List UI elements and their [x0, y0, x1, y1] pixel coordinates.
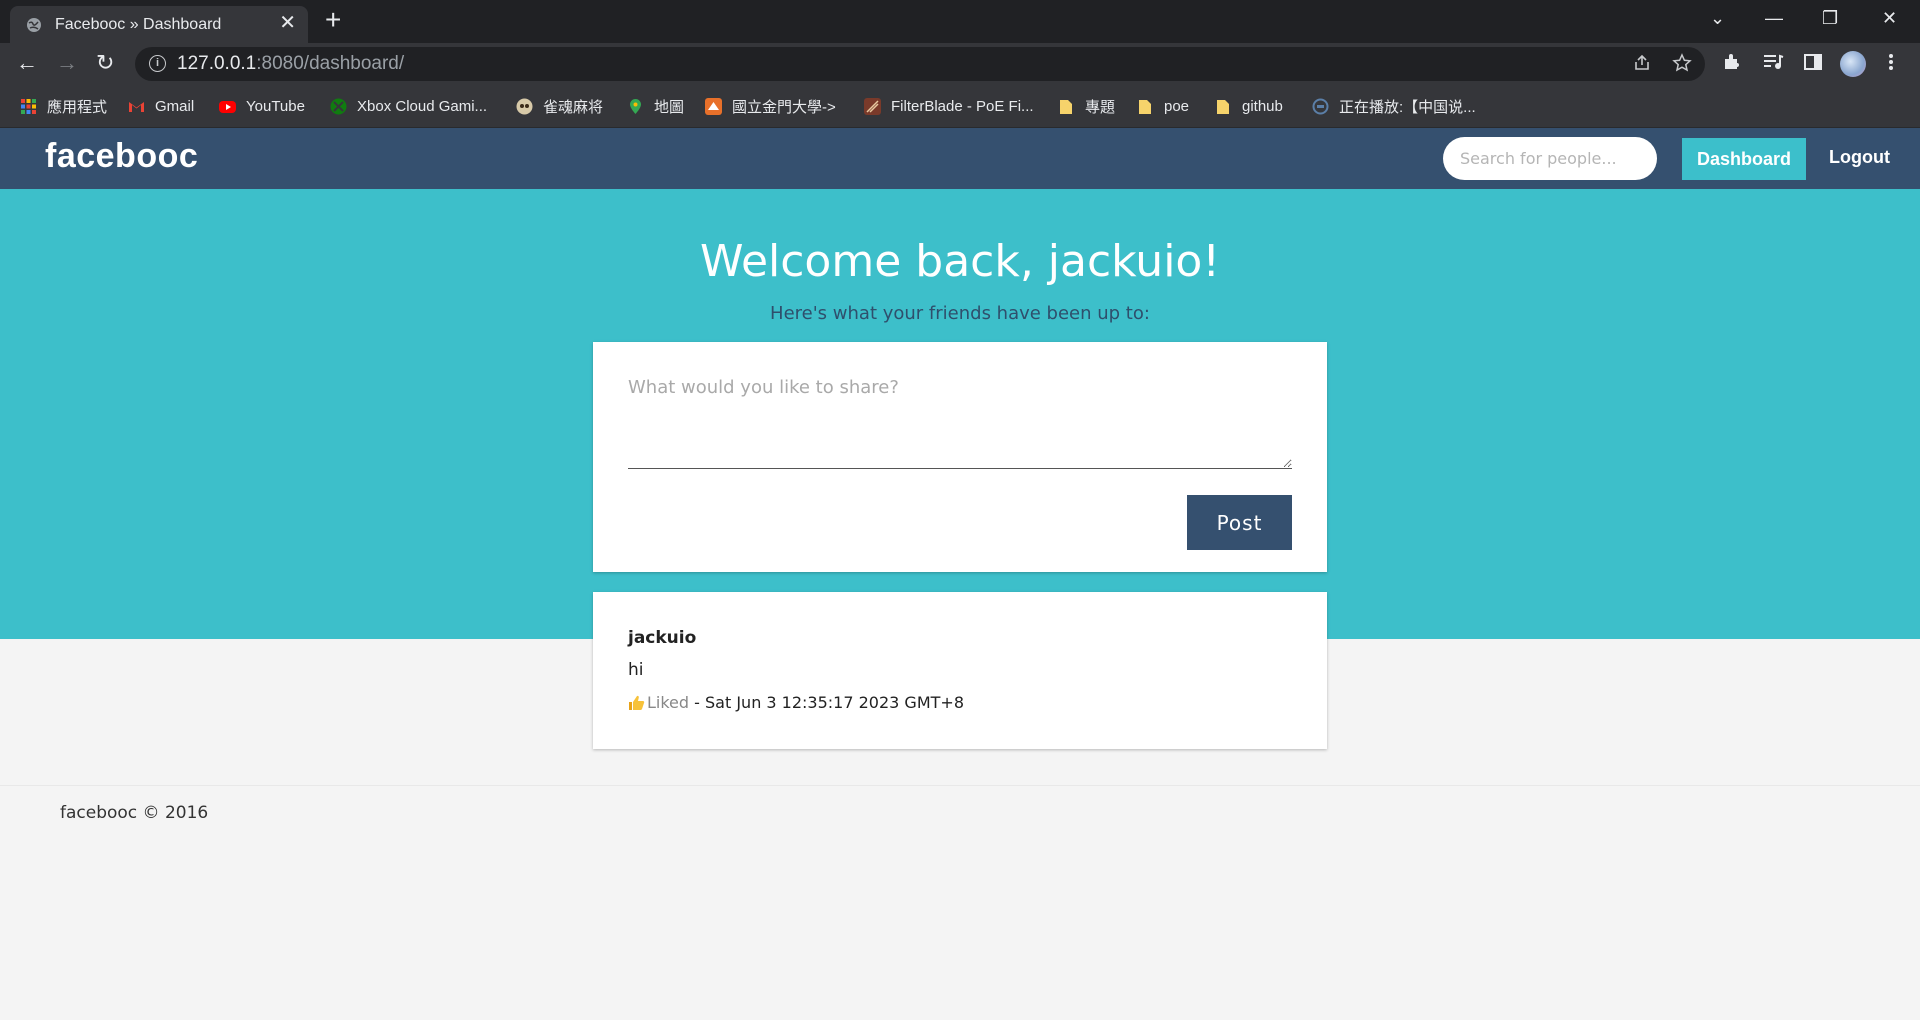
tab-title: Facebooc » Dashboard [55, 16, 222, 33]
bookmark-xbox[interactable]: Xbox Cloud Gami... [330, 96, 487, 116]
omnibox[interactable]: i 127.0.0.1:8080/dashboard/ [135, 47, 1705, 81]
tab-search-icon[interactable]: ⌄ [1710, 6, 1725, 30]
feed-post-card: jackuio hi Liked - Sat Jun 3 12:35:17 20… [593, 592, 1327, 749]
bookmark-label: 專題 [1085, 98, 1116, 116]
post-timestamp: - Sat Jun 3 12:35:17 2023 GMT+8 [689, 693, 964, 712]
back-icon[interactable]: ← [16, 51, 38, 75]
bookmark-label: 雀魂麻将 [543, 98, 604, 116]
share-icon[interactable] [1632, 53, 1652, 73]
globe-icon [27, 18, 41, 32]
extensions-icon[interactable] [1722, 52, 1742, 72]
url-text[interactable]: 127.0.0.1:8080/dashboard/ [177, 53, 404, 75]
apps-grid-icon [21, 98, 36, 114]
filterblade-icon [864, 97, 881, 115]
university-icon [705, 97, 722, 115]
menu-icon[interactable] [1887, 52, 1895, 72]
browser-tab-strip: Facebooc » Dashboard ✕ + ⌄ — ❐ ✕ [0, 0, 1920, 43]
footer-divider [0, 785, 1920, 786]
forward-icon[interactable]: → [56, 51, 78, 75]
bookmark-folder-github[interactable]: github [1215, 96, 1283, 116]
folder-icon [1139, 99, 1151, 114]
music-site-icon [1312, 98, 1329, 114]
bookmark-university[interactable]: 國立金門大學-> [705, 96, 836, 116]
folder-icon [1217, 99, 1229, 114]
post-button[interactable]: Post [1187, 495, 1292, 550]
media-icon[interactable] [1762, 52, 1784, 72]
site-info-icon[interactable]: i [149, 55, 166, 72]
close-window-icon[interactable]: ✕ [1882, 6, 1897, 30]
bookmark-label: FilterBlade - PoE Fi... [891, 97, 1034, 115]
site-navbar: facebooc Dashboard Logout [0, 128, 1920, 189]
browser-tab-active[interactable]: Facebooc » Dashboard ✕ [10, 6, 308, 43]
bookmark-label: 正在播放:【中国说... [1339, 98, 1476, 116]
thumbs-up-icon[interactable] [628, 694, 645, 711]
profile-avatar[interactable] [1840, 51, 1866, 77]
bookmark-now-playing[interactable]: 正在播放:【中国说... [1312, 96, 1476, 116]
post-content: hi [628, 660, 644, 680]
bookmark-label: github [1242, 97, 1283, 115]
restore-icon[interactable]: ❐ [1822, 6, 1838, 30]
minimize-icon[interactable]: — [1765, 6, 1783, 30]
bookmark-youtube[interactable]: YouTube [219, 96, 305, 116]
tab-close-icon[interactable]: ✕ [279, 13, 296, 33]
bookmark-label: Xbox Cloud Gami... [357, 97, 488, 115]
maps-pin-icon [630, 98, 641, 114]
hero-subtitle: Here's what your friends have been up to… [770, 303, 1150, 324]
welcome-heading: Welcome back, jackuio! [700, 236, 1220, 287]
bookmark-folder-project[interactable]: 專題 [1058, 96, 1115, 116]
liked-link[interactable]: Liked [647, 693, 689, 712]
bookmark-label: poe [1164, 97, 1190, 115]
sidepanel-icon[interactable] [1803, 52, 1823, 72]
search-input[interactable] [1443, 137, 1657, 180]
compose-card: Post [593, 342, 1327, 572]
bookmark-apps[interactable]: 應用程式 [20, 96, 107, 116]
folder-icon [1060, 99, 1072, 114]
bookmark-label: Gmail [155, 97, 195, 115]
bookmark-gmail[interactable]: Gmail [128, 96, 194, 116]
bookmark-label: 國立金門大學-> [732, 98, 836, 116]
share-textarea[interactable] [628, 377, 1292, 469]
url-path: :8080/dashboard/ [256, 53, 405, 74]
mahjong-icon [516, 98, 533, 114]
bookmark-mahjong[interactable]: 雀魂麻将 [516, 96, 603, 116]
bookmark-label: YouTube [246, 97, 305, 115]
bookmarks-bar: 應用程式 Gmail YouTube Xbox Cloud Gami... 雀魂… [0, 84, 1920, 128]
new-tab-button[interactable]: + [325, 6, 341, 34]
bookmark-folder-poe[interactable]: poe [1137, 96, 1189, 116]
reload-icon[interactable]: ↻ [96, 51, 114, 75]
dashboard-button[interactable]: Dashboard [1682, 138, 1806, 180]
site-logo[interactable]: facebooc [45, 137, 198, 176]
url-host: 127.0.0.1 [177, 53, 257, 74]
post-meta: Liked - Sat Jun 3 12:35:17 2023 GMT+8 [628, 693, 964, 712]
xbox-icon [330, 98, 347, 114]
bookmark-maps[interactable]: 地圖 [627, 96, 684, 116]
bookmark-filterblade[interactable]: FilterBlade - PoE Fi... [864, 96, 1034, 116]
footer-copyright: facebooc © 2016 [60, 803, 209, 823]
logout-link[interactable]: Logout [1829, 147, 1890, 168]
youtube-icon [219, 100, 236, 113]
bookmark-label: 應用程式 [47, 98, 108, 116]
gmail-icon [129, 101, 144, 112]
bookmark-label: 地圖 [654, 98, 685, 116]
post-author[interactable]: jackuio [628, 628, 696, 648]
address-bar-row: ← → ↻ i 127.0.0.1:8080/dashboard/ [0, 43, 1920, 84]
star-icon[interactable] [1672, 53, 1692, 73]
